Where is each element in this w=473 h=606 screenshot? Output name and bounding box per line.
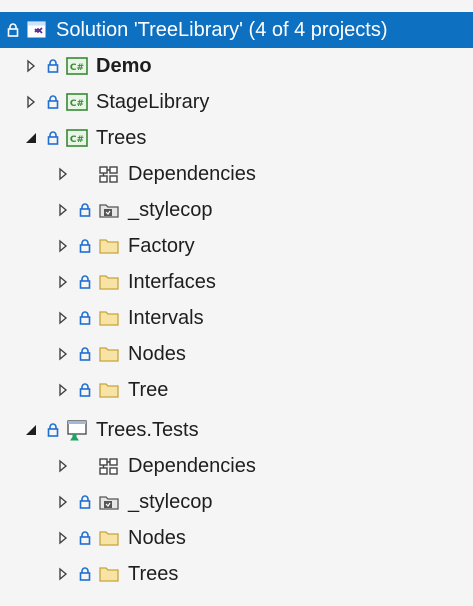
tree-item-stylecop[interactable]: _stylecop [0, 484, 473, 520]
lock-icon [78, 236, 92, 256]
lock-icon [78, 380, 92, 400]
expand-arrow-icon[interactable] [56, 164, 70, 184]
dependencies-icon [98, 163, 120, 185]
item-label: Intervals [128, 307, 204, 329]
item-label: Nodes [128, 343, 186, 365]
dependencies-icon [98, 455, 120, 477]
item-label: Nodes [128, 527, 186, 549]
stylecop-folder-icon [98, 199, 120, 221]
tree-item-trees[interactable]: Trees [0, 556, 473, 592]
project-row-demo[interactable]: C# Demo [0, 48, 473, 84]
tree-item-stylecop[interactable]: _stylecop [0, 192, 473, 228]
expand-arrow-icon[interactable] [56, 272, 70, 292]
lock-icon [78, 492, 92, 512]
item-label: _stylecop [128, 491, 213, 513]
lock-icon [46, 92, 60, 112]
lock-icon [46, 128, 60, 148]
folder-icon [98, 563, 120, 585]
lock-icon [6, 20, 20, 40]
expand-arrow-icon[interactable] [56, 344, 70, 364]
project-row-trees-tests[interactable]: Trees.Tests [0, 412, 473, 448]
project-row-stagelibrary[interactable]: C# StageLibrary [0, 84, 473, 120]
tree-item-nodes[interactable]: Nodes [0, 336, 473, 372]
item-label: Trees [128, 563, 179, 585]
item-label: Factory [128, 235, 195, 257]
expand-arrow-icon[interactable] [56, 200, 70, 220]
lock-icon [78, 564, 92, 584]
lock-icon [46, 56, 60, 76]
csharp-project-icon: C# [66, 127, 88, 149]
project-label: StageLibrary [96, 91, 210, 113]
lock-icon [78, 272, 92, 292]
expand-arrow-icon[interactable] [24, 92, 38, 112]
empty-lock-slot [78, 164, 92, 184]
solution-row[interactable]: Solution 'TreeLibrary' (4 of 4 projects) [0, 12, 473, 48]
lock-icon [78, 200, 92, 220]
folder-icon [98, 343, 120, 365]
csharp-project-icon: C# [66, 91, 88, 113]
collapse-arrow-icon[interactable] [24, 420, 38, 440]
lock-icon [78, 344, 92, 364]
item-label: Dependencies [128, 163, 256, 185]
expand-arrow-icon[interactable] [56, 456, 70, 476]
solution-label: Solution 'TreeLibrary' (4 of 4 projects) [56, 19, 388, 41]
lock-icon [78, 308, 92, 328]
project-row-trees[interactable]: C# Trees [0, 120, 473, 156]
test-project-icon [66, 419, 88, 441]
project-label: Demo [96, 55, 152, 77]
expand-arrow-icon[interactable] [56, 308, 70, 328]
item-label: _stylecop [128, 199, 213, 221]
stylecop-folder-icon [98, 491, 120, 513]
csharp-project-icon: C# [66, 55, 88, 77]
tree-item-nodes[interactable]: Nodes [0, 520, 473, 556]
svg-text:C#: C# [70, 63, 84, 73]
expand-arrow-icon[interactable] [56, 564, 70, 584]
project-label: Trees [96, 127, 147, 149]
folder-icon [98, 379, 120, 401]
expand-arrow-icon[interactable] [56, 236, 70, 256]
folder-icon [98, 527, 120, 549]
svg-text:C#: C# [70, 135, 84, 145]
folder-icon [98, 271, 120, 293]
solution-icon [26, 19, 48, 41]
svg-text:C#: C# [70, 99, 84, 109]
tree-item-factory[interactable]: Factory [0, 228, 473, 264]
tree-item-tree[interactable]: Tree [0, 372, 473, 408]
tree-item-intervals[interactable]: Intervals [0, 300, 473, 336]
collapse-arrow-icon[interactable] [24, 128, 38, 148]
empty-lock-slot [78, 456, 92, 476]
folder-icon [98, 235, 120, 257]
project-label: Trees.Tests [96, 419, 199, 441]
expand-arrow-icon[interactable] [56, 528, 70, 548]
expand-arrow-icon[interactable] [56, 492, 70, 512]
expand-arrow-icon[interactable] [24, 56, 38, 76]
tree-item-interfaces[interactable]: Interfaces [0, 264, 473, 300]
item-label: Tree [128, 379, 169, 401]
expand-arrow-icon[interactable] [56, 380, 70, 400]
tree-item-dependencies[interactable]: Dependencies [0, 156, 473, 192]
item-label: Dependencies [128, 455, 256, 477]
folder-icon [98, 307, 120, 329]
lock-icon [46, 420, 60, 440]
item-label: Interfaces [128, 271, 216, 293]
solution-explorer-tree: Solution 'TreeLibrary' (4 of 4 projects)… [0, 0, 473, 606]
tree-item-dependencies[interactable]: Dependencies [0, 448, 473, 484]
lock-icon [78, 528, 92, 548]
